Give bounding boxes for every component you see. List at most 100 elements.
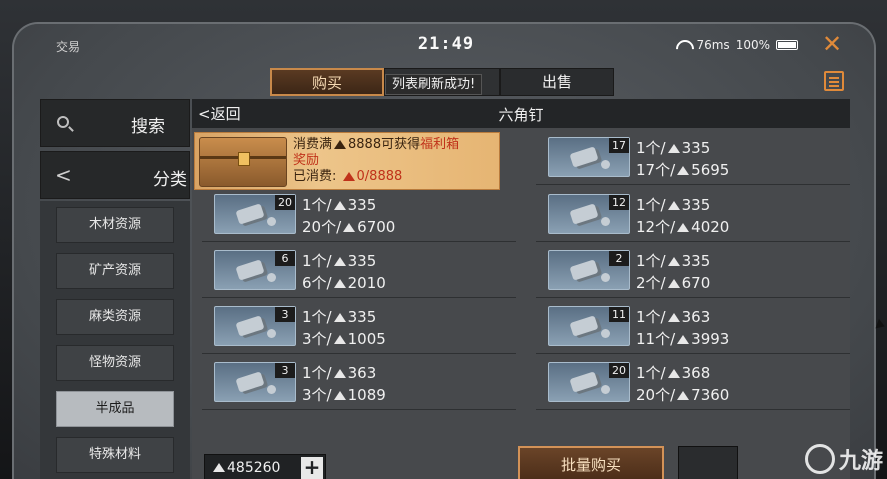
coin-icon — [667, 368, 680, 378]
consumed-value: 0/8888 — [356, 169, 403, 184]
hex-bolt-icon: 17 — [548, 137, 630, 177]
chevron-left-icon: < — [55, 163, 72, 187]
coin-icon — [333, 200, 346, 210]
coin-icon — [677, 222, 690, 232]
unit-price: 1个/335 — [636, 139, 711, 157]
coin-icon — [334, 139, 347, 149]
search-icon — [57, 116, 69, 128]
total-price: 20个/6700 — [302, 218, 396, 236]
listing-row[interactable]: 20 1个/368 20个/7360 — [536, 358, 850, 410]
reward-text: 消费满 8888可获得福利箱 奖励 已消费: 0/8888 — [293, 137, 498, 185]
qty-badge: 6 — [275, 251, 295, 266]
consumed-label: 已消费: — [293, 169, 337, 184]
reward-banner[interactable]: 消费满 8888可获得福利箱 奖励 已消费: 0/8888 — [194, 132, 500, 190]
listing-row[interactable]: 11 1个/363 11个/3993 — [536, 302, 850, 354]
wifi-icon — [676, 40, 690, 51]
watermark-logo-icon — [804, 444, 835, 474]
unit-price: 1个/363 — [636, 308, 711, 326]
unit-price: 1个/335 — [302, 308, 377, 326]
records-icon[interactable] — [824, 71, 844, 91]
qty-badge: 3 — [275, 307, 295, 322]
wallet-balance: 485260 + — [204, 454, 326, 479]
add-currency-button[interactable]: + — [301, 457, 323, 479]
reward-name: 福利箱 — [420, 137, 460, 152]
total-price: 20个/7360 — [636, 386, 730, 404]
sidebar-item-wood[interactable]: 木材资源 — [56, 207, 174, 243]
battery-value: 100% — [735, 38, 770, 52]
total-price: 3个/1005 — [302, 330, 386, 348]
chest-icon — [199, 137, 287, 187]
total-price: 6个/2010 — [302, 274, 386, 292]
sidebar-item-special[interactable]: 特殊材料 — [56, 437, 174, 473]
total-price: 2个/670 — [636, 274, 711, 292]
category-button[interactable]: < 分类 — [40, 151, 190, 199]
coin-icon — [677, 165, 690, 175]
listing-row[interactable]: 6 1个/335 6个/2010 — [202, 246, 516, 298]
total-price: 12个/4020 — [636, 218, 730, 236]
coin-icon — [342, 171, 355, 181]
qty-badge: 2 — [609, 251, 629, 266]
sidebar-item-monster[interactable]: 怪物资源 — [56, 345, 174, 381]
coin-icon — [333, 312, 346, 322]
reward-prefix: 消费满 — [293, 137, 333, 152]
hex-bolt-icon: 6 — [214, 250, 296, 290]
watermark: 九游 — [804, 443, 883, 475]
coin-icon — [213, 463, 225, 472]
coin-icon — [333, 334, 346, 344]
total-price: 11个/3993 — [636, 330, 730, 348]
listing-panel: <返回 六角钉 消费满 8888可获得福利箱 奖励 已消费: 0/8888 17 … — [192, 99, 850, 479]
unit-price: 1个/368 — [636, 364, 711, 382]
watermark-text: 九游 — [838, 449, 883, 474]
secondary-button[interactable] — [678, 446, 738, 479]
listing-row[interactable]: 12 1个/335 12个/4020 — [536, 190, 850, 242]
battery-icon — [776, 40, 798, 50]
hex-bolt-icon: 20 — [548, 362, 630, 402]
unit-price: 1个/335 — [636, 252, 711, 270]
game-window: 交易 21:49 76ms 100% ✕ 购买 出售 列表刷新成功! 搜索 < … — [12, 22, 876, 479]
tab-buy[interactable]: 购买 — [270, 68, 384, 96]
hex-bolt-icon: 2 — [548, 250, 630, 290]
coin-icon — [343, 222, 356, 232]
total-price: 17个/5695 — [636, 161, 730, 179]
coin-icon — [667, 278, 680, 288]
listing-row[interactable]: 3 1个/335 3个/1005 — [202, 302, 516, 354]
status-indicators: 76ms 100% — [676, 38, 798, 52]
listing-row[interactable]: 2 1个/335 2个/670 — [536, 246, 850, 298]
item-title: 六角钉 — [498, 106, 544, 124]
search-label: 搜索 — [131, 117, 165, 137]
hex-bolt-icon: 3 — [214, 306, 296, 346]
coin-icon — [667, 200, 680, 210]
qty-badge: 3 — [275, 363, 295, 378]
wallet-amount: 485260 — [227, 460, 281, 476]
unit-price: 1个/335 — [636, 196, 711, 214]
coin-icon — [677, 390, 690, 400]
close-icon[interactable]: ✕ — [820, 32, 844, 56]
total-price: 3个/1089 — [302, 386, 386, 404]
category-list: 木材资源 矿产资源 麻类资源 怪物资源 半成品 特殊材料 — [40, 201, 190, 479]
sidebar-item-hemp[interactable]: 麻类资源 — [56, 299, 174, 335]
sidebar-item-ore[interactable]: 矿产资源 — [56, 253, 174, 289]
listing-row[interactable]: 17 1个/335 17个/5695 — [536, 133, 850, 185]
hex-bolt-icon: 11 — [548, 306, 630, 346]
coin-icon — [667, 256, 680, 266]
tab-sell[interactable]: 出售 — [500, 68, 614, 96]
listing-row[interactable]: 20 1个/335 20个/6700 — [202, 190, 516, 242]
ping-value: 76ms — [696, 38, 730, 52]
qty-badge: 12 — [609, 195, 629, 210]
coin-icon — [333, 390, 346, 400]
unit-price: 1个/335 — [302, 196, 377, 214]
qty-badge: 11 — [609, 307, 629, 322]
reward-amount: 8888可获得 — [348, 137, 421, 152]
coin-icon — [333, 368, 346, 378]
qty-badge: 20 — [275, 195, 295, 210]
unit-price: 1个/363 — [302, 364, 377, 382]
unit-price: 1个/335 — [302, 252, 377, 270]
listing-row[interactable]: 3 1个/363 3个/1089 — [202, 358, 516, 410]
coin-icon — [667, 143, 680, 153]
sidebar-item-semi-finished[interactable]: 半成品 — [56, 391, 174, 427]
search-button[interactable]: 搜索 — [40, 99, 190, 147]
qty-badge: 17 — [609, 138, 629, 153]
hex-bolt-icon: 3 — [214, 362, 296, 402]
listing-header: <返回 六角钉 — [192, 99, 850, 128]
bulk-buy-button[interactable]: 批量购买 — [518, 446, 664, 479]
